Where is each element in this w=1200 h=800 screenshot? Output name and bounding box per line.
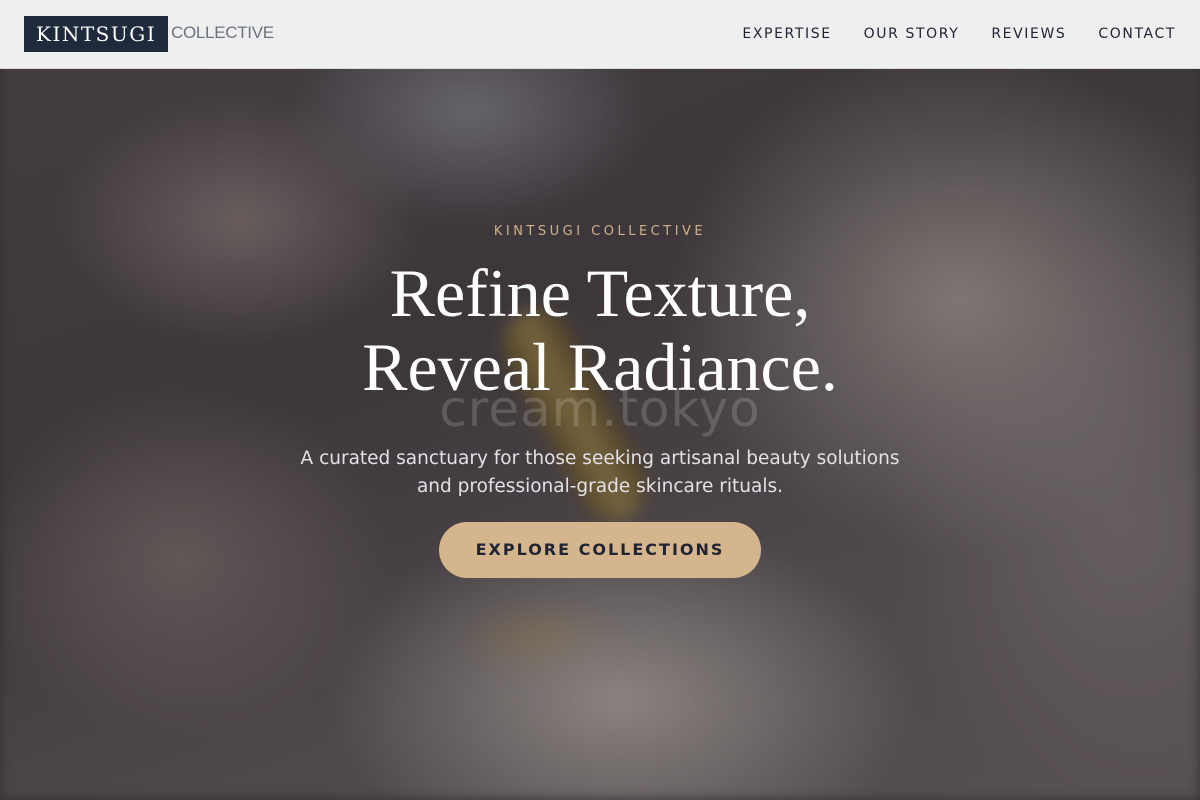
hero-headline: Refine Texture, Reveal Radiance. (0, 256, 1200, 404)
hero-subheading-line-1: A curated sanctuary for those seeking ar… (300, 447, 900, 469)
hero-headline-line-1: Refine Texture, (389, 255, 811, 331)
hero-subheading-line-2: and professional-grade skincare rituals. (416, 475, 784, 497)
site-header: KINTSUGI COLLECTIVE EXPERTISE OUR STORY … (0, 0, 1200, 69)
main-nav: EXPERTISE OUR STORY REVIEWS CONTACT (742, 24, 1176, 44)
hero-eyebrow: KINTSUGI COLLECTIVE (493, 224, 707, 239)
logo-wordmark[interactable]: KINTSUGI (24, 16, 169, 52)
nav-link-expertise[interactable]: EXPERTISE (742, 24, 831, 44)
explore-collections-button[interactable]: EXPLORE COLLECTIONS (439, 522, 761, 578)
nav-link-contact[interactable]: CONTACT (1098, 24, 1176, 44)
page: cream.tokyo KINTSUGI COLLECTIVE EXPERTIS… (0, 0, 1200, 800)
logo-subtitle[interactable]: COLLECTIVE (171, 22, 274, 44)
nav-link-our-story[interactable]: OUR STORY (864, 24, 960, 44)
hero-subheading: A curated sanctuary for those seeking ar… (0, 445, 1200, 501)
nav-link-reviews[interactable]: REVIEWS (991, 24, 1066, 44)
hero-section: KINTSUGI COLLECTIVE Refine Texture, Reve… (0, 0, 1200, 800)
hero-headline-line-2: Reveal Radiance. (362, 329, 838, 405)
